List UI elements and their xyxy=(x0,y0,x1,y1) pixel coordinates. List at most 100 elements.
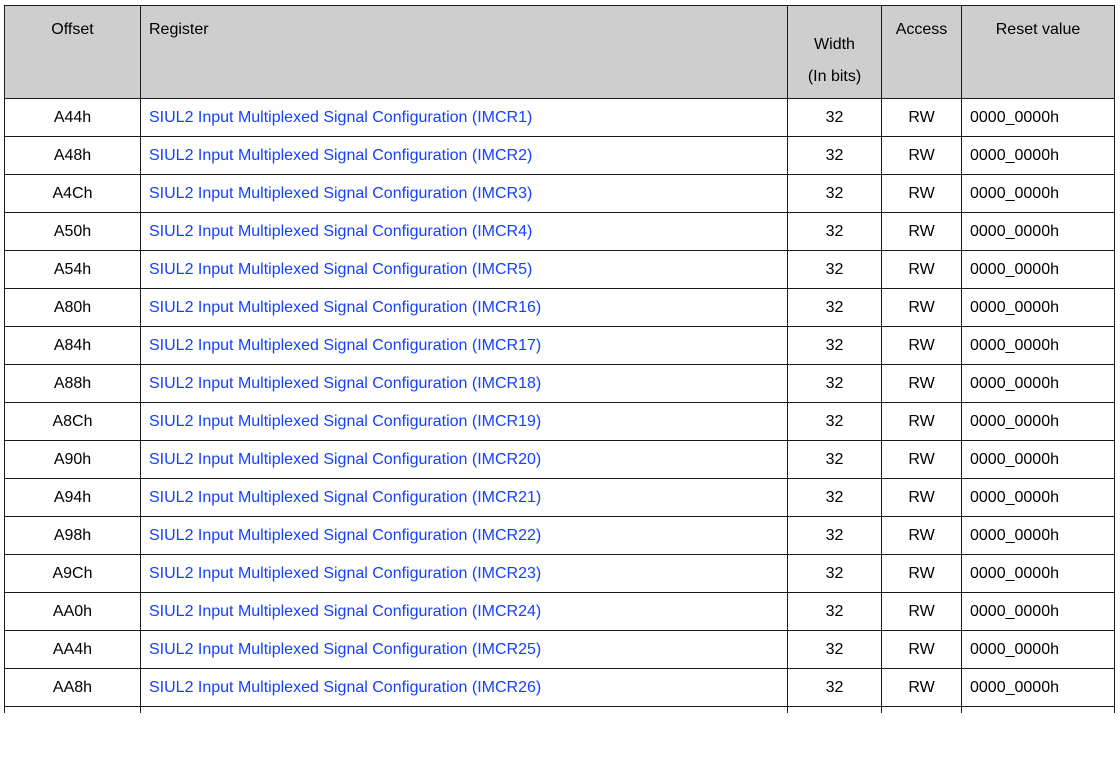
header-access: Access xyxy=(881,5,962,99)
header-row: Offset Register Width (In bits) Access R… xyxy=(4,5,1115,99)
access-cell: RW xyxy=(881,326,962,365)
offset-cell: A84h xyxy=(4,326,141,365)
access-cell: RW xyxy=(881,212,962,251)
reset-value-cell: 0000_0000h xyxy=(961,592,1115,631)
table-row-partial xyxy=(4,706,1115,713)
register-cell: SIUL2 Input Multiplexed Signal Configura… xyxy=(140,288,788,327)
table-header: Offset Register Width (In bits) Access R… xyxy=(4,5,1115,99)
offset-cell: A50h xyxy=(4,212,141,251)
reset-value-cell: 0000_0000h xyxy=(961,668,1115,707)
width-cell: 32 xyxy=(787,402,882,441)
offset-cell: A90h xyxy=(4,440,141,479)
register-link[interactable]: SIUL2 Input Multiplexed Signal Configura… xyxy=(149,641,541,658)
offset-cell: A8Ch xyxy=(4,402,141,441)
access-cell: RW xyxy=(881,364,962,403)
register-link[interactable]: SIUL2 Input Multiplexed Signal Configura… xyxy=(149,489,541,506)
width-cell: 32 xyxy=(787,516,882,555)
register-link[interactable]: SIUL2 Input Multiplexed Signal Configura… xyxy=(149,299,541,316)
register-link[interactable]: SIUL2 Input Multiplexed Signal Configura… xyxy=(149,261,532,278)
offset-cell: A94h xyxy=(4,478,141,517)
access-cell: RW xyxy=(881,98,962,137)
register-cell: SIUL2 Input Multiplexed Signal Configura… xyxy=(140,516,788,555)
table-row: A50h SIUL2 Input Multiplexed Signal Confi… xyxy=(4,212,1115,251)
register-cell: SIUL2 Input Multiplexed Signal Configura… xyxy=(140,98,788,137)
table-body: A44h SIUL2 Input Multiplexed Signal Confi… xyxy=(4,98,1115,713)
register-link[interactable]: SIUL2 Input Multiplexed Signal Configura… xyxy=(149,565,541,582)
register-link[interactable]: SIUL2 Input Multiplexed Signal Configura… xyxy=(149,413,541,430)
reset-value-cell: 0000_0000h xyxy=(961,402,1115,441)
register-cell: SIUL2 Input Multiplexed Signal Configura… xyxy=(140,250,788,289)
reset-value-cell: 0000_0000h xyxy=(961,554,1115,593)
header-width-unit: (In bits) xyxy=(807,68,862,85)
offset-cell: A54h xyxy=(4,250,141,289)
reset-value-cell: 0000_0000h xyxy=(961,98,1115,137)
width-cell: 32 xyxy=(787,630,882,669)
register-cell: SIUL2 Input Multiplexed Signal Configura… xyxy=(140,136,788,175)
offset-cell: AA8h xyxy=(4,668,141,707)
register-link[interactable]: SIUL2 Input Multiplexed Signal Configura… xyxy=(149,603,541,620)
reset-value-cell: 0000_0000h xyxy=(961,174,1115,213)
access-cell: RW xyxy=(881,478,962,517)
access-cell: RW xyxy=(881,288,962,327)
table-row: A48h SIUL2 Input Multiplexed Signal Confi… xyxy=(4,136,1115,175)
header-width: Width (In bits) xyxy=(787,5,882,99)
register-link[interactable]: SIUL2 Input Multiplexed Signal Configura… xyxy=(149,451,541,468)
table-row: AA4h SIUL2 Input Multiplexed Signal Confi… xyxy=(4,630,1115,669)
register-cell: SIUL2 Input Multiplexed Signal Configura… xyxy=(140,364,788,403)
reset-value-cell: 0000_0000h xyxy=(961,288,1115,327)
register-link[interactable]: SIUL2 Input Multiplexed Signal Configura… xyxy=(149,527,541,544)
offset-cell: A98h xyxy=(4,516,141,555)
table-row: A88h SIUL2 Input Multiplexed Signal Confi… xyxy=(4,364,1115,403)
table-row: A98h SIUL2 Input Multiplexed Signal Confi… xyxy=(4,516,1115,555)
width-cell: 32 xyxy=(787,326,882,365)
register-cell: SIUL2 Input Multiplexed Signal Configura… xyxy=(140,592,788,631)
table-row: AA8h SIUL2 Input Multiplexed Signal Confi… xyxy=(4,668,1115,707)
access-cell: RW xyxy=(881,440,962,479)
register-cell: SIUL2 Input Multiplexed Signal Configura… xyxy=(140,212,788,251)
width-cell: 32 xyxy=(787,212,882,251)
offset-cell: A48h xyxy=(4,136,141,175)
reset-value-cell: 0000_0000h xyxy=(961,250,1115,289)
access-cell: RW xyxy=(881,668,962,707)
width-cell: 32 xyxy=(787,478,882,517)
register-cell: SIUL2 Input Multiplexed Signal Configura… xyxy=(140,478,788,517)
table-row: A84h SIUL2 Input Multiplexed Signal Confi… xyxy=(4,326,1115,365)
register-cell: SIUL2 Input Multiplexed Signal Configura… xyxy=(140,668,788,707)
offset-cell: A80h xyxy=(4,288,141,327)
register-table: Offset Register Width (In bits) Access R… xyxy=(4,5,1115,713)
access-cell: RW xyxy=(881,174,962,213)
register-link[interactable]: SIUL2 Input Multiplexed Signal Configura… xyxy=(149,109,532,126)
table-row: A80h SIUL2 Input Multiplexed Signal Confi… xyxy=(4,288,1115,327)
register-link[interactable]: SIUL2 Input Multiplexed Signal Configura… xyxy=(149,185,532,202)
table-row: AA0h SIUL2 Input Multiplexed Signal Confi… xyxy=(4,592,1115,631)
header-offset: Offset xyxy=(4,5,141,99)
access-cell: RW xyxy=(881,516,962,555)
register-link[interactable]: SIUL2 Input Multiplexed Signal Configura… xyxy=(149,147,532,164)
reset-value-cell: 0000_0000h xyxy=(961,516,1115,555)
access-cell: RW xyxy=(881,592,962,631)
register-link[interactable]: SIUL2 Input Multiplexed Signal Configura… xyxy=(149,375,541,392)
access-cell: RW xyxy=(881,402,962,441)
access-cell: RW xyxy=(881,136,962,175)
reset-value-cell: 0000_0000h xyxy=(961,630,1115,669)
access-cell: RW xyxy=(881,250,962,289)
register-cell: SIUL2 Input Multiplexed Signal Configura… xyxy=(140,554,788,593)
width-cell: 32 xyxy=(787,136,882,175)
reset-value-cell: 0000_0000h xyxy=(961,136,1115,175)
offset-cell: A44h xyxy=(4,98,141,137)
offset-cell: AA4h xyxy=(4,630,141,669)
width-cell: 32 xyxy=(787,440,882,479)
table-row: A54h SIUL2 Input Multiplexed Signal Confi… xyxy=(4,250,1115,289)
width-cell: 32 xyxy=(787,250,882,289)
table-row: A9Ch SIUL2 Input Multiplexed Signal Confi… xyxy=(4,554,1115,593)
header-reset-value: Reset value xyxy=(961,5,1115,99)
reset-value-cell: 0000_0000h xyxy=(961,440,1115,479)
register-link[interactable]: SIUL2 Input Multiplexed Signal Configura… xyxy=(149,223,532,240)
width-cell: 32 xyxy=(787,288,882,327)
register-link[interactable]: SIUL2 Input Multiplexed Signal Configura… xyxy=(149,679,541,696)
offset-cell: A9Ch xyxy=(4,554,141,593)
register-link[interactable]: SIUL2 Input Multiplexed Signal Configura… xyxy=(149,337,541,354)
table-row: A44h SIUL2 Input Multiplexed Signal Confi… xyxy=(4,98,1115,137)
register-cell: SIUL2 Input Multiplexed Signal Configura… xyxy=(140,630,788,669)
width-cell: 32 xyxy=(787,174,882,213)
